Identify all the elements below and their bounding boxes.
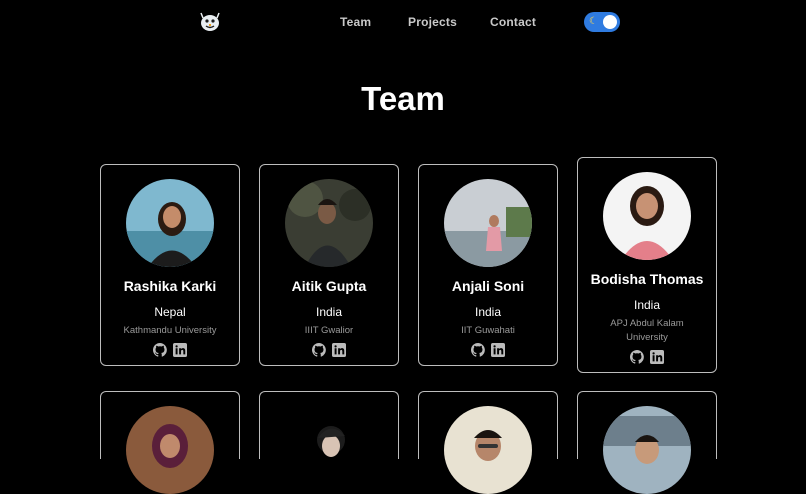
avatar <box>126 179 214 267</box>
avatar <box>285 179 373 267</box>
toggle-knob <box>603 15 617 29</box>
member-country: India <box>315 305 343 319</box>
member-card <box>418 391 558 494</box>
nav-link-team[interactable]: Team <box>340 15 371 29</box>
member-name: Aitik Gupta <box>291 278 367 294</box>
page-title: Team <box>361 80 445 117</box>
github-icon[interactable] <box>471 343 485 357</box>
member-university: Kathmandu University <box>123 325 217 336</box>
member-country: India <box>474 305 502 319</box>
member-card <box>259 391 399 494</box>
linkedin-icon[interactable] <box>491 343 505 357</box>
avatar <box>603 406 691 494</box>
member-name: Rashika Karki <box>123 278 217 294</box>
linkedin-icon[interactable] <box>650 350 664 364</box>
linkedin-icon[interactable] <box>173 343 187 357</box>
member-university: APJ Abdul Kalam University <box>610 318 684 343</box>
member-country: India <box>633 298 661 312</box>
avatar <box>444 406 532 494</box>
logo-icon[interactable] <box>198 10 222 34</box>
avatar <box>603 172 691 260</box>
moon-icon: ☾ <box>589 16 598 27</box>
member-card <box>577 391 717 494</box>
nav-link-contact[interactable]: Contact <box>490 15 536 29</box>
github-icon[interactable] <box>153 343 167 357</box>
member-card: Aitik Gupta India IIIT Gwalior <box>259 164 399 366</box>
avatar <box>285 406 373 494</box>
member-card: Bodisha Thomas India APJ Abdul Kalam Uni… <box>577 157 717 373</box>
member-card: Anjali Soni India IIT Guwahati <box>418 164 558 366</box>
member-country: Nepal <box>154 305 186 319</box>
member-card: Rashika Karki Nepal Kathmandu University <box>100 164 240 366</box>
member-name: Bodisha Thomas <box>590 271 704 287</box>
nav-link-projects[interactable]: Projects <box>408 15 457 29</box>
member-university: IIT Guwahati <box>461 325 515 336</box>
theme-toggle[interactable]: ☾ <box>584 12 620 32</box>
github-icon[interactable] <box>630 350 644 364</box>
avatar <box>444 179 532 267</box>
member-university: IIIT Gwalior <box>304 325 354 336</box>
avatar <box>126 406 214 494</box>
linkedin-icon[interactable] <box>332 343 346 357</box>
member-name: Anjali Soni <box>451 278 525 294</box>
member-card <box>100 391 240 494</box>
github-icon[interactable] <box>312 343 326 357</box>
